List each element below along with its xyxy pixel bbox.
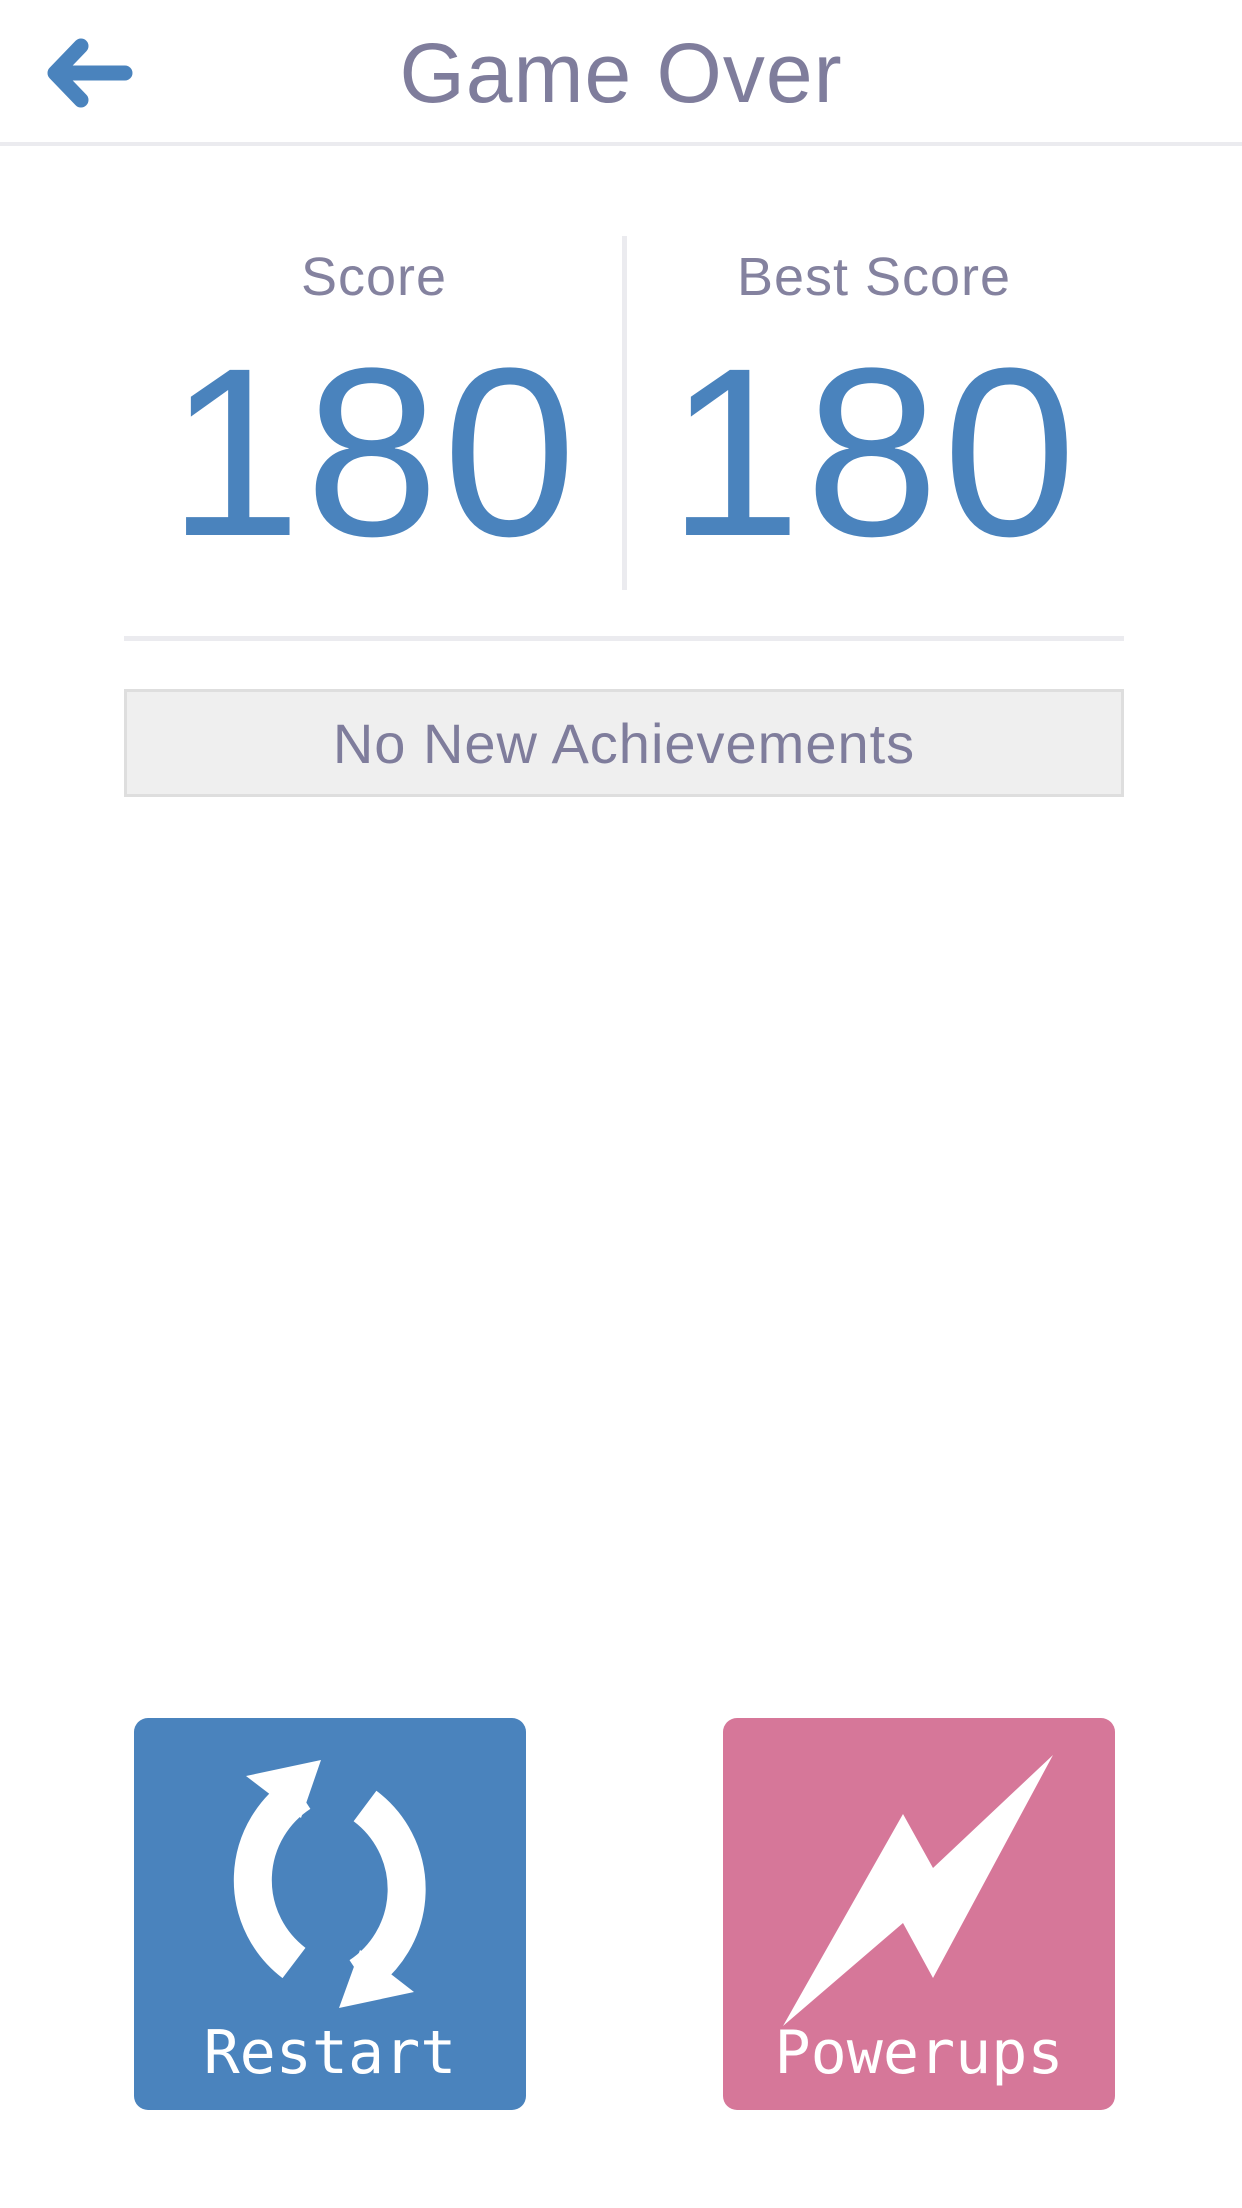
restart-label: Restart xyxy=(203,2018,457,2088)
powerups-label: Powerups xyxy=(774,2018,1064,2088)
back-arrow-icon xyxy=(47,38,133,108)
header-bar: Game Over xyxy=(0,0,1242,146)
score-value: 180 xyxy=(167,318,581,586)
best-score-value: 180 xyxy=(667,318,1081,586)
section-divider xyxy=(124,636,1124,641)
achievements-banner: No New Achievements xyxy=(124,689,1124,797)
best-score-block: Best Score 180 xyxy=(624,232,1124,590)
best-score-label: Best Score xyxy=(736,247,1012,307)
score-label: Score xyxy=(300,247,448,307)
restart-button[interactable]: Restart xyxy=(134,1718,526,2110)
page-title: Game Over xyxy=(399,26,843,120)
powerups-button[interactable]: Powerups xyxy=(723,1718,1115,2110)
scores-panel: Score 180 Best Score 180 xyxy=(124,232,1124,590)
score-block: Score 180 xyxy=(124,232,624,590)
back-button[interactable] xyxy=(40,30,140,116)
